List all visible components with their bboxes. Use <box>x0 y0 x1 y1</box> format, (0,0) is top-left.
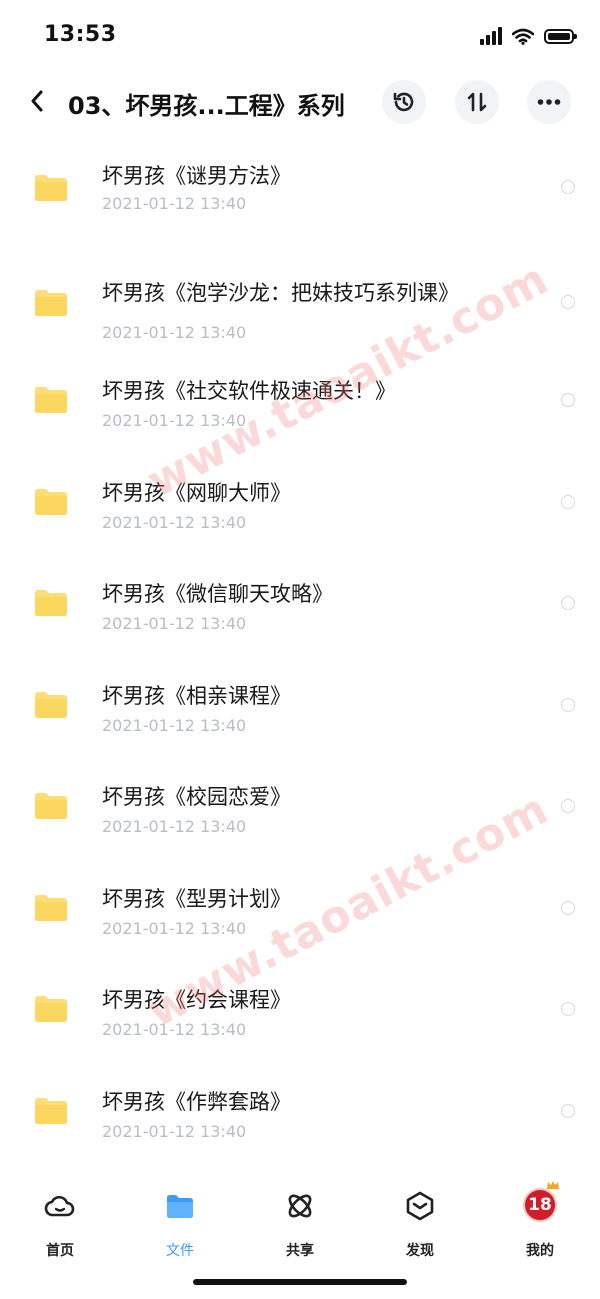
atom-icon <box>288 1194 312 1218</box>
tab-files[interactable]: 文件 <box>140 1188 220 1259</box>
folder-icon <box>35 290 67 316</box>
file-date: 2021-01-12 13:40 <box>102 918 247 938</box>
folder-icon <box>167 1195 193 1218</box>
tab-label: 我的 <box>526 1243 554 1259</box>
tab-home[interactable]: 首页 <box>20 1188 100 1259</box>
file-name: 坏男孩《型男计划》 <box>102 886 291 911</box>
file-name: 坏男孩《作弊套路》 <box>102 1089 291 1114</box>
back-button[interactable] <box>20 84 54 118</box>
file-row[interactable]: 坏男孩《约会课程》 2021-01-12 13:40 <box>0 978 600 1080</box>
file-row[interactable]: 坏男孩《型男计划》 2021-01-12 13:40 <box>0 877 600 979</box>
file-date: 2021-01-12 13:40 <box>102 411 247 430</box>
navigation-header: 03、坏男孩...工程》系列 <box>0 70 600 136</box>
sort-icon <box>467 92 487 112</box>
file-date: 2021-01-12 13:40 <box>102 323 247 342</box>
file-date: 2021-01-12 13:40 <box>102 1121 247 1141</box>
tab-bar: 首页 文件 共享 发现 18 我的 <box>0 1174 600 1299</box>
file-date: 2021-01-12 13:40 <box>102 194 247 213</box>
file-name: 坏男孩《网聊大师》 <box>102 480 291 505</box>
more-icon <box>537 99 561 105</box>
file-name: 坏男孩《社交软件极速通关！》 <box>102 379 396 403</box>
home-indicator <box>193 1279 407 1285</box>
more-button[interactable] <box>527 80 571 124</box>
page-title: 03、坏男孩...工程》系列 <box>68 92 345 120</box>
select-radio[interactable] <box>561 295 575 309</box>
select-radio[interactable] <box>561 799 575 813</box>
select-radio[interactable] <box>561 393 575 407</box>
file-date: 2021-01-12 13:40 <box>102 817 247 836</box>
status-icons <box>480 24 577 48</box>
tab-label: 首页 <box>46 1243 74 1259</box>
compass-box-icon <box>406 1191 434 1221</box>
file-date: 2021-01-12 13:40 <box>102 1020 247 1039</box>
folder-icon <box>35 894 67 921</box>
file-row[interactable]: 坏男孩《作弊套路》 2021-01-12 13:40 <box>0 1080 600 1182</box>
history-icon <box>393 92 414 112</box>
file-date: 2021-01-12 13:40 <box>102 614 247 633</box>
battery-icon <box>544 28 577 44</box>
select-radio[interactable] <box>561 596 575 610</box>
history-button[interactable] <box>382 80 426 124</box>
file-row[interactable]: 坏男孩《社交软件极速通关！》 2021-01-12 13:40 <box>0 369 600 471</box>
tab-label: 文件 <box>166 1243 194 1259</box>
tab-profile[interactable]: 18 我的 <box>500 1181 580 1259</box>
file-list: 坏男孩《谜男方法》 2021-01-12 13:40 坏男孩《泡学沙龙：把妹技巧系列… <box>0 136 600 1181</box>
folder-icon <box>35 1097 67 1124</box>
file-row[interactable]: 坏男孩《谜男方法》 2021-01-12 13:40 <box>0 136 600 249</box>
select-radio[interactable] <box>561 1002 575 1016</box>
select-radio[interactable] <box>561 900 575 915</box>
crown-icon <box>547 1181 559 1189</box>
file-name: 坏男孩《谜男方法》 <box>102 164 291 188</box>
avatar: 18 <box>523 1188 557 1222</box>
folder-icon <box>35 691 67 718</box>
select-radio[interactable] <box>561 697 575 712</box>
status-bar: 13:53 <box>0 0 600 70</box>
tab-discover[interactable]: 发现 <box>380 1188 460 1259</box>
cellular-signal-icon <box>480 27 502 45</box>
tab-label: 发现 <box>406 1243 434 1259</box>
file-name: 坏男孩《泡学沙龙：把妹技巧系列课》 <box>102 281 459 305</box>
chevron-left-icon <box>31 90 43 112</box>
folder-icon <box>35 793 67 819</box>
file-row[interactable]: 坏男孩《校园恋爱》 2021-01-12 13:40 <box>0 775 600 877</box>
file-row[interactable]: 坏男孩《相亲课程》 2021-01-12 13:40 <box>0 674 600 776</box>
status-time: 13:53 <box>44 22 117 47</box>
folder-icon <box>35 175 67 201</box>
folder-icon <box>35 590 67 616</box>
cloud-icon <box>44 1195 75 1217</box>
folder-icon <box>35 387 67 413</box>
file-row[interactable]: 坏男孩《网聊大师》 2021-01-12 13:40 <box>0 471 600 573</box>
file-name: 坏男孩《校园恋爱》 <box>102 785 291 809</box>
file-row[interactable]: 坏男孩《泡学沙龙：把妹技巧系列课》 2021-01-12 13:40 <box>0 249 600 369</box>
wifi-icon <box>512 28 534 45</box>
select-radio[interactable] <box>561 180 575 194</box>
tab-share[interactable]: 共享 <box>260 1188 340 1259</box>
file-date: 2021-01-12 13:40 <box>102 715 247 735</box>
file-name: 坏男孩《微信聊天攻略》 <box>102 582 333 606</box>
select-radio[interactable] <box>561 1103 575 1118</box>
file-row[interactable]: 坏男孩《微信聊天攻略》 2021-01-12 13:40 <box>0 572 600 674</box>
folder-icon <box>35 488 67 515</box>
select-radio[interactable] <box>561 494 575 509</box>
file-date: 2021-01-12 13:40 <box>102 512 247 532</box>
tab-label: 共享 <box>286 1243 314 1259</box>
file-name: 坏男孩《约会课程》 <box>102 988 291 1012</box>
file-name: 坏男孩《相亲课程》 <box>102 683 291 708</box>
sort-button[interactable] <box>455 80 499 124</box>
folder-icon <box>35 996 67 1022</box>
